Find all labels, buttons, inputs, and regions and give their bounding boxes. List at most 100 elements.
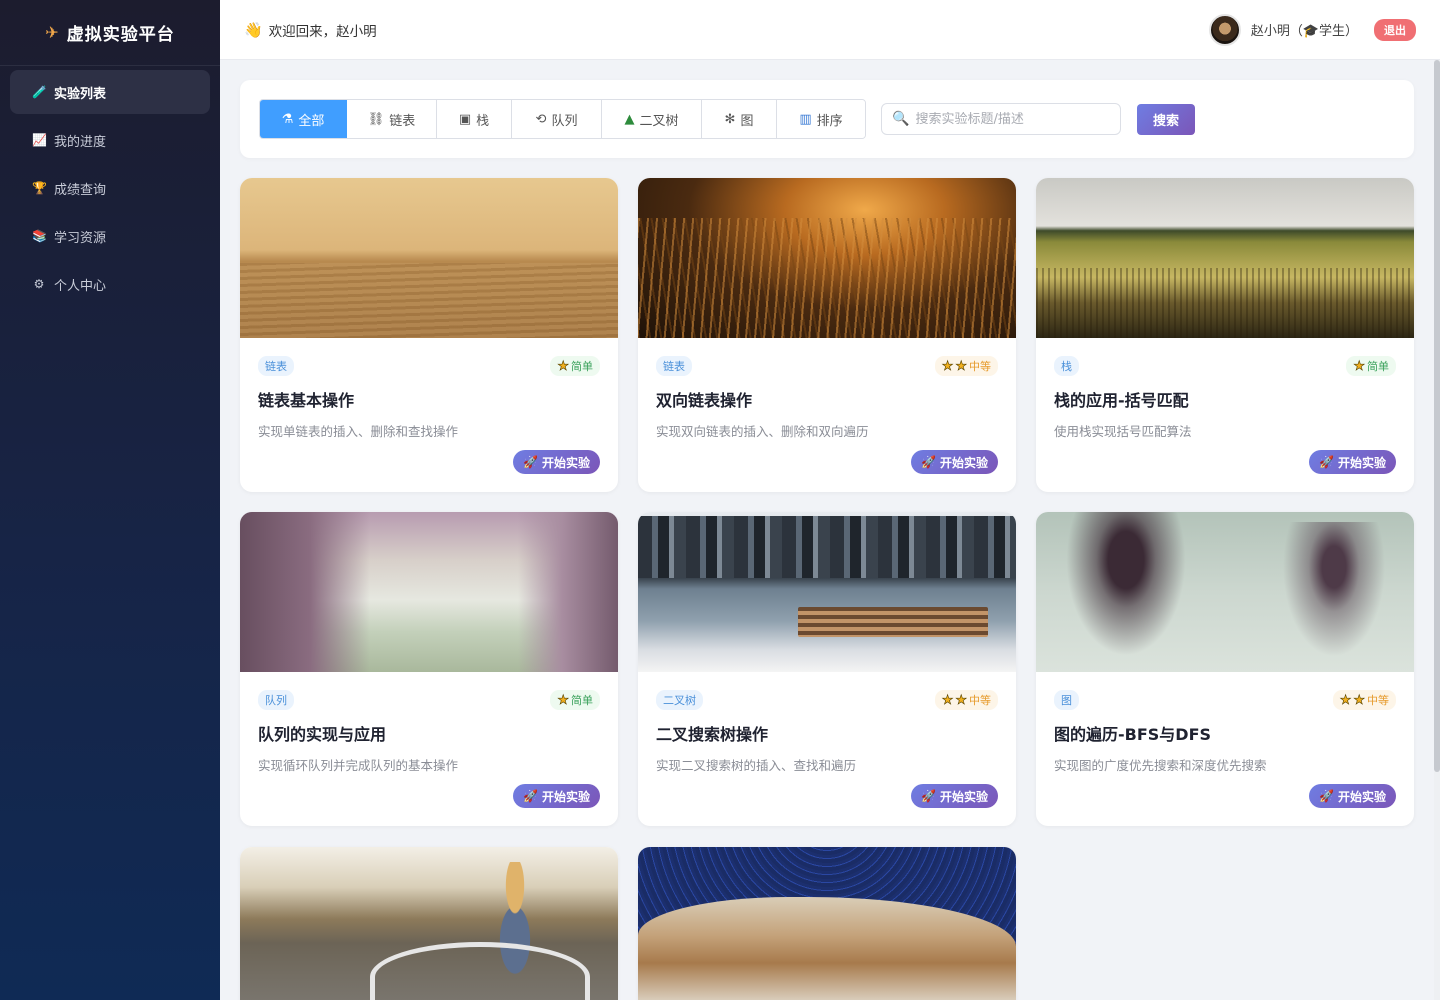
tab-all[interactable]: ⚗ 全部 [260,100,347,138]
rocket-icon: 🚀 [921,789,936,803]
card-image [638,512,1016,672]
experiment-card[interactable]: 队列 ★ 简单队列的实现与应用实现循环队列并完成队列的基本操作 🚀 开始实验 [240,512,618,826]
tab-label: 队列 [551,113,578,129]
card-meta: 队列 ★ 简单 [258,688,600,712]
tab-label: 二叉树 [639,113,679,129]
card-title: 双向链表操作 [656,391,753,410]
rocket-icon: 🚀 [921,455,936,469]
card-description: 使用栈实现括号匹配算法 [1054,424,1192,439]
start-experiment-button[interactable]: 🚀 开始实验 [513,450,600,474]
tab-sorting[interactable]: ▥ 排序 [777,100,865,138]
waving-hand-icon: 👋 [244,20,263,39]
bar-chart-icon: ▥ [799,111,812,127]
card-title: 链表基本操作 [258,391,355,410]
start-experiment-button[interactable]: 🚀 开始实验 [1309,450,1396,474]
sidebar-item-profile[interactable]: ⚙ 个人中心 [10,262,210,306]
avatar[interactable] [1208,13,1241,46]
experiment-card[interactable]: 二叉树 ★ ★ 中等 二叉搜索树操作 实现二叉搜索树的插入、查找和遍历 🚀 开始实验 [638,512,1016,826]
logout-button[interactable]: 退出 [1374,18,1416,41]
top-header: 👋 欢迎回来，赵小明 赵小明（🎓学生） 退出 [220,0,1440,60]
card-image [638,178,1016,338]
card-image [240,512,618,672]
star-icon: ★ [955,692,967,708]
rocket-icon: 🚀 [523,455,538,469]
cycle-icon: ⟲ [535,111,547,127]
brand-title: 虚拟实验平台 [66,25,175,45]
sidebar: ✈ 虚拟实验平台 🧪 实验列表 📈 我的进度 🏆 成绩查询 📚 学习资源 ⚙ 个… [0,0,220,1000]
search-box: 🔍 [881,103,1121,135]
card-meta: 图 ★ ★ 中等 [1054,688,1396,712]
card-meta: 链表 ★ 简单 [258,354,600,378]
difficulty-label: 中等 [1367,694,1389,707]
experiment-card[interactable]: 链表 ★ 简单 链表基本操作 实现单链表的插入、删除和查找操作 🚀 开始实验 [240,178,618,492]
box-icon: ▣ [458,111,472,127]
experiment-card[interactable]: 链表 ★ ★ 中等 双向链表操作 实现双向链表的插入、删除和双向遍历 🚀 开始实验 [638,178,1016,492]
chart-up-icon: 📈 [32,133,47,147]
tab-label: 链表 [389,113,416,129]
experiment-card[interactable]: 图 ★ ★ 中等 图的遍历-BFS与DFS 实现图的广度优先搜索和深度优先搜索 🚀 开始实验 [1036,512,1414,826]
star-icon: ★ [557,692,569,708]
card-title: 二叉搜索树操作 [656,725,769,744]
card-title: 队列的实现与应用 [258,725,387,744]
tab-graph[interactable]: ✻ 图 [702,100,777,138]
card-image [240,847,618,1000]
chain-link-icon: ⛓ [367,111,385,127]
card-description: 实现二叉搜索树的插入、查找和遍历 [656,758,857,773]
star-icon: ★ [557,358,569,374]
tab-label: 排序 [816,113,843,129]
star-icon: ★ [955,358,967,374]
rocket-icon: 🚀 [1319,455,1334,469]
sidebar-item-grades[interactable]: 🏆 成绩查询 [10,166,210,210]
card-title: 图的遍历-BFS与DFS [1054,725,1212,744]
trophy-icon: 🏆 [32,181,47,195]
sidebar-item-resources[interactable]: 📚 学习资源 [10,214,210,258]
tab-stack[interactable]: ▣ 栈 [437,100,512,138]
card-body: 栈 ★ 简单 栈的应用-括号匹配 使用栈实现括号匹配算法 [1036,338,1414,440]
test-tube-icon: 🧪 [32,85,47,99]
sidebar-item-label: 实验列表 [54,86,107,102]
card-image [1036,178,1414,338]
difficulty-badge: ★ 简单 [550,356,600,376]
card-body: 队列 ★ 简单队列的实现与应用实现循环队列并完成队列的基本操作 [240,672,618,774]
start-button-label: 开始实验 [541,455,590,470]
welcome-text: 欢迎回来，赵小明 [268,23,377,40]
tab-queue[interactable]: ⟲ 队列 [512,100,602,138]
difficulty-label: 简单 [571,694,593,707]
sidebar-item-progress[interactable]: 📈 我的进度 [10,118,210,162]
tab-binary-tree[interactable]: ▲ 二叉树 [602,100,702,138]
experiment-card[interactable]: 栈 ★ 简单 栈的应用-括号匹配 使用栈实现括号匹配算法 🚀 开始实验 [1036,178,1414,492]
category-badge: 链表 [656,356,692,376]
start-experiment-button[interactable]: 🚀 开始实验 [1309,784,1396,808]
card-image [638,847,1016,1000]
card-body: 图 ★ ★ 中等 图的遍历-BFS与DFS 实现图的广度优先搜索和深度优先搜索 [1036,672,1414,774]
sidebar-item-experiments[interactable]: 🧪 实验列表 [10,70,210,114]
experiment-card[interactable] [240,847,618,1000]
start-experiment-button[interactable]: 🚀 开始实验 [911,450,998,474]
category-badge: 链表 [258,356,294,376]
star-icon: ★ [941,358,954,374]
tab-label: 栈 [476,113,490,129]
gear-icon: ⚙ [33,277,45,291]
page-scrollbar[interactable] [1434,60,1440,1000]
card-title: 栈的应用-括号匹配 [1054,391,1189,410]
start-experiment-button[interactable]: 🚀 开始实验 [513,784,600,808]
start-experiment-button[interactable]: 🚀 开始实验 [911,784,998,808]
search-button[interactable]: 搜索 [1137,103,1195,135]
tree-icon: ▲ [624,111,635,127]
tab-linked-list[interactable]: ⛓ 链表 [347,100,437,138]
start-button-label: 开始实验 [541,789,590,804]
card-body: 二叉树 ★ ★ 中等 二叉搜索树操作 实现二叉搜索树的插入、查找和遍历 [638,672,1016,774]
experiment-card[interactable] [638,847,1016,1000]
search-input[interactable] [915,111,1106,127]
rocket-icon: 🚀 [1319,789,1334,803]
sidebar-item-label: 学习资源 [54,230,107,246]
difficulty-label: 中等 [969,694,991,707]
rocket-icon: 🚀 [523,789,538,803]
card-description: 实现循环队列并完成队列的基本操作 [258,758,459,773]
category-badge: 队列 [258,690,294,710]
scrollbar-thumb[interactable] [1434,60,1440,772]
difficulty-badge: ★ ★ 中等 [934,690,998,710]
category-tabs: ⚗ 全部 ⛓ 链表 ▣ 栈 ⟲ 队列 ▲ 二叉树 ✻ 图 ▥ 排序 [259,99,866,139]
sidebar-item-label: 我的进度 [54,134,107,150]
sidebar-item-label: 成绩查询 [54,182,107,198]
